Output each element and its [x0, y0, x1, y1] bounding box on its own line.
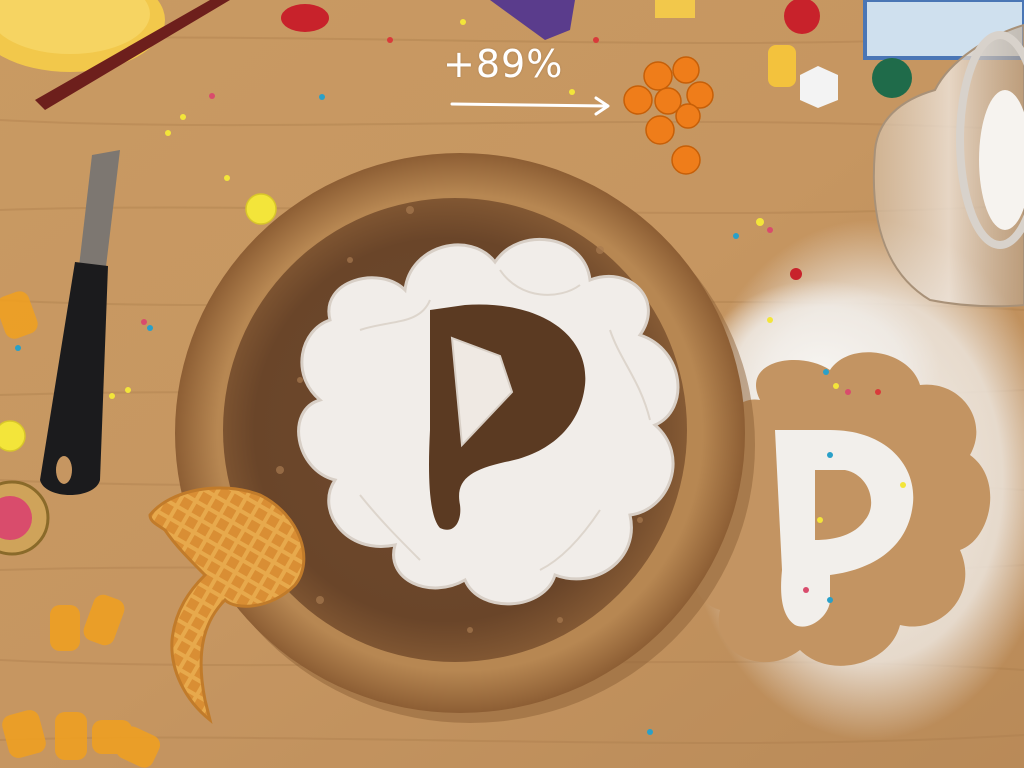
orange-candy — [645, 115, 675, 145]
arrow-line — [450, 102, 608, 108]
strawberry — [281, 4, 329, 32]
orange-candy — [672, 56, 700, 84]
green-bottle-cap — [872, 58, 912, 98]
gummy-bear — [55, 712, 87, 760]
orange-candy — [623, 85, 653, 115]
orange-candy — [675, 103, 701, 129]
photo-scene — [0, 0, 1024, 768]
yellow-candy — [245, 193, 277, 225]
gummy-bear — [768, 45, 796, 87]
yellow-candy — [0, 420, 26, 452]
knife-handle-hole — [56, 456, 72, 484]
yellow-candy-box — [655, 0, 695, 18]
gummy-bear — [50, 605, 80, 651]
orange-candy — [643, 61, 673, 91]
orange-candy — [671, 145, 701, 175]
handwritten-percentage: +89% — [443, 42, 564, 86]
